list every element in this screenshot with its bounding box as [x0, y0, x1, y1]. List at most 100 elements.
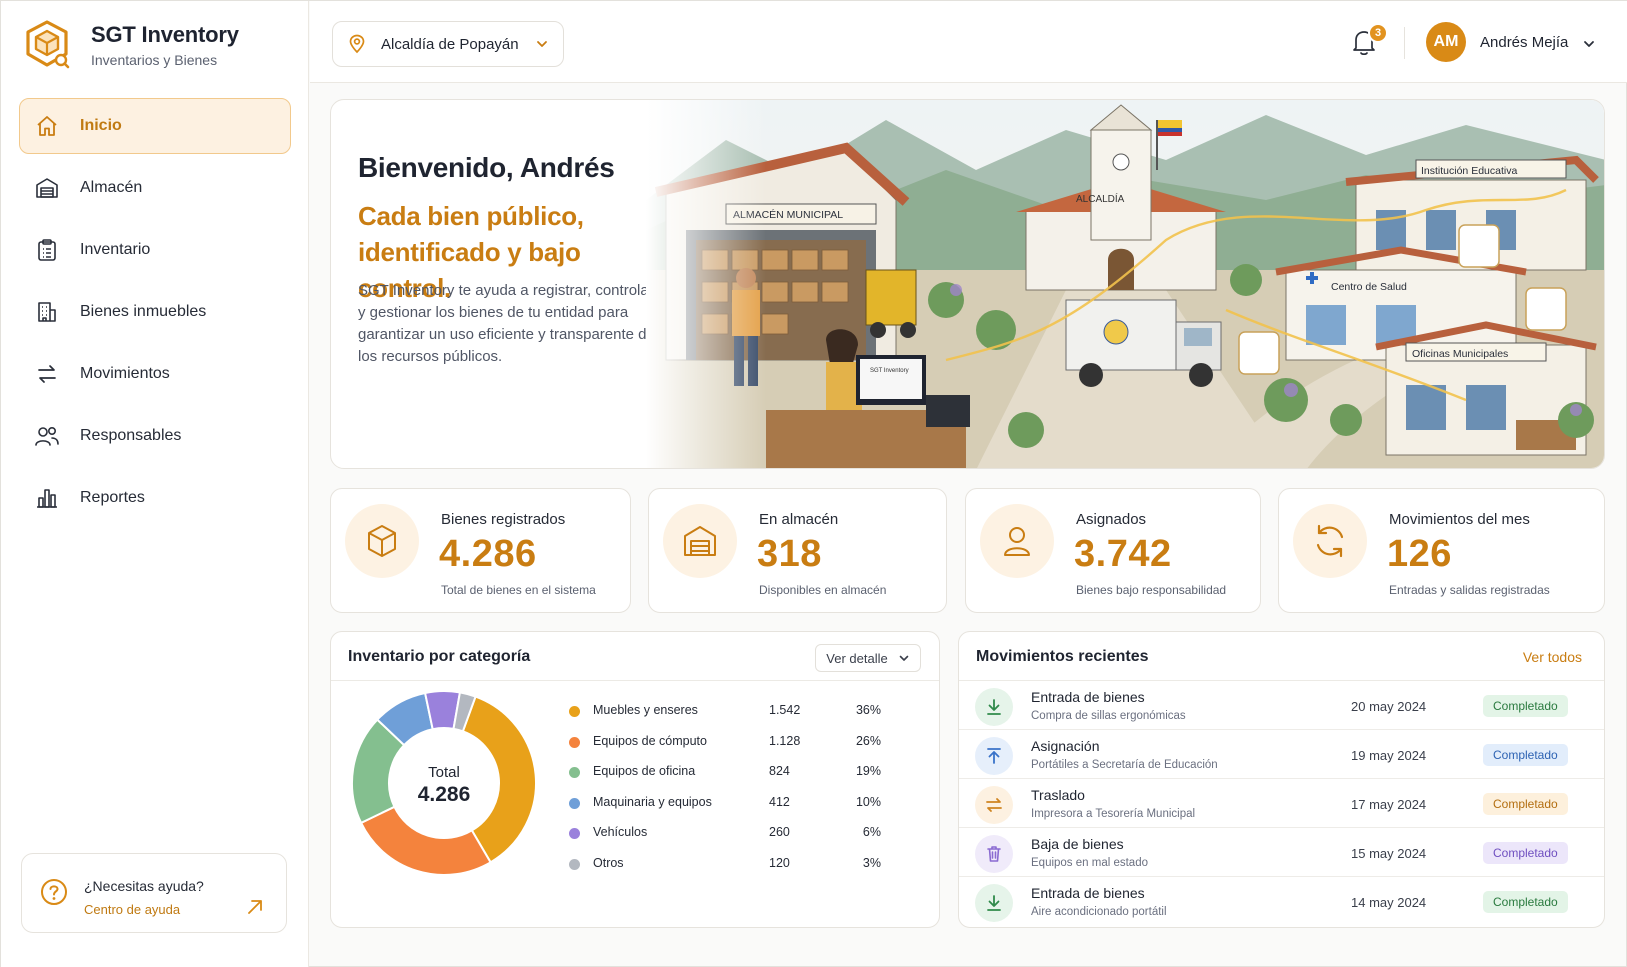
sidebar-item-reportes[interactable]: Reportes	[19, 470, 291, 526]
external-arrow-icon[interactable]	[246, 898, 264, 916]
legend-count: 1.128	[769, 734, 801, 748]
topbar-divider	[1404, 27, 1405, 59]
legend-row[interactable]: Maquinaria y equipos 412 10%	[569, 794, 881, 814]
status-badge: Completado	[1483, 891, 1568, 913]
help-center-link[interactable]: Centro de ayuda	[84, 902, 180, 917]
warehouse-icon	[663, 504, 737, 578]
topbar: Alcaldía de Popayán 3 AM Andrés Mejía	[310, 1, 1627, 83]
movement-description: Aire acondicionado portátil	[1031, 906, 1167, 918]
sidebar-item-inicio[interactable]: Inicio	[19, 98, 291, 154]
legend-row[interactable]: Muebles y enseres 1.542 36%	[569, 702, 881, 722]
sidebar-item-inventario[interactable]: Inventario	[19, 222, 291, 278]
category-panel-title: Inventario por categoría	[348, 648, 531, 665]
chevron-down-icon	[536, 41, 547, 47]
legend-color-dot	[569, 798, 580, 809]
stat-subtitle: Bienes bajo responsabilidad	[1076, 583, 1227, 597]
sidebar-item-label: Movimientos	[80, 365, 170, 382]
stat-subtitle: Entradas y salidas registradas	[1389, 583, 1550, 597]
stat-card-registered[interactable]: Bienes registrados 4.286 Total de bienes…	[330, 488, 631, 613]
help-question-icon	[41, 879, 67, 905]
stat-card-movements[interactable]: Movimientos del mes 126 Entradas y salid…	[1278, 488, 1605, 613]
donut-slice-2[interactable]	[359, 805, 492, 876]
movement-row[interactable]: Traslado Impresora a Tesorería Municipal 1…	[959, 779, 1604, 828]
svg-text:ALCALDÍA: ALCALDÍA	[1076, 192, 1125, 205]
arrows-icon	[34, 361, 60, 387]
legend-count: 412	[769, 795, 790, 809]
view-detail-dropdown[interactable]: Ver detalle	[815, 644, 921, 672]
sidebar-nav: Inicio Almacén Inventario Bienes inmuebl…	[19, 98, 291, 532]
svg-text:SGT Inventory: SGT Inventory	[870, 368, 909, 374]
sidebar-item-label: Bienes inmuebles	[80, 303, 207, 320]
movement-row[interactable]: Entrada de bienes Compra de sillas ergonó…	[959, 681, 1604, 730]
chevron-down-icon[interactable]	[1582, 37, 1596, 51]
sidebar-item-movimientos[interactable]: Movimientos	[19, 346, 291, 402]
app-window: SGT Inventory Inventarios y Bienes Inici…	[0, 0, 1627, 967]
user-name[interactable]: Andrés Mejía	[1480, 34, 1568, 51]
user-icon	[980, 504, 1054, 578]
stat-card-warehouse[interactable]: En almacén 318 Disponibles en almacén	[648, 488, 947, 613]
location-pin-icon	[349, 34, 365, 54]
legend-category: Maquinaria y equipos	[593, 795, 712, 809]
legend-count: 120	[769, 856, 790, 870]
cube-icon	[345, 504, 419, 578]
movement-description: Portátiles a Secretaría de Educación	[1031, 759, 1218, 771]
brand-title: SGT Inventory	[91, 22, 239, 47]
warehouse-icon	[34, 175, 60, 201]
help-card[interactable]: ¿Necesitas ayuda? Centro de ayuda	[21, 853, 287, 933]
welcome-banner: Bienvenido, Andrés Cada bien público, id…	[330, 99, 1605, 469]
legend-row[interactable]: Equipos de oficina 824 19%	[569, 763, 881, 783]
sidebar-item-almacen[interactable]: Almacén	[19, 160, 291, 216]
stat-title: Bienes registrados	[441, 511, 566, 528]
movements-panel-title: Movimientos recientes	[976, 648, 1149, 665]
movement-date: 15 may 2024	[1351, 846, 1427, 861]
sidebar-item-label: Inventario	[80, 241, 151, 258]
sidebar-item-responsables[interactable]: Responsables	[19, 408, 291, 464]
donut-center-value: 4.286	[418, 783, 471, 806]
movement-row[interactable]: Entrada de bienes Aire acondicionado port…	[959, 877, 1604, 926]
movement-description: Equipos en mal estado	[1031, 857, 1148, 869]
stat-title: Asignados	[1076, 511, 1147, 528]
sidebar: SGT Inventory Inventarios y Bienes Inici…	[1, 1, 309, 967]
legend-color-dot	[569, 737, 580, 748]
trash-icon	[975, 835, 1013, 873]
users-icon	[34, 423, 60, 449]
download-arrow-icon	[975, 884, 1013, 922]
see-all-link[interactable]: Ver todos	[1523, 649, 1582, 665]
legend-row[interactable]: Equipos de cómputo 1.128 26%	[569, 733, 881, 753]
legend-color-dot	[569, 706, 580, 717]
stat-card-assigned[interactable]: Asignados 3.742 Bienes bajo responsabili…	[965, 488, 1261, 613]
legend-count: 824	[769, 764, 790, 778]
legend-percent: 6%	[862, 825, 881, 839]
movement-date: 14 may 2024	[1351, 895, 1427, 910]
movement-row[interactable]: Baja de bienes Equipos en mal estado 15 ma…	[959, 828, 1604, 877]
sidebar-item-label: Almacén	[80, 179, 143, 196]
svg-text:Centro de Salud: Centro de Salud	[1331, 281, 1407, 293]
legend-color-dot	[569, 767, 580, 778]
municipal-offices-illustration: Oficinas Municipales	[1375, 321, 1597, 456]
recent-movements-panel: Movimientos recientes Ver todos Entrada …	[958, 631, 1605, 928]
brand[interactable]: SGT Inventory Inventarios y Bienes	[25, 19, 239, 71]
movement-row[interactable]: Asignación Portátiles a Secretaría de Edu…	[959, 730, 1604, 779]
movement-title: Baja de bienes	[1031, 836, 1124, 852]
legend-percent: 3%	[862, 856, 881, 870]
movement-date: 17 may 2024	[1351, 797, 1427, 812]
stat-subtitle: Disponibles en almacén	[759, 583, 887, 597]
legend-row[interactable]: Vehículos 260 6%	[569, 824, 881, 844]
movement-title: Asignación	[1031, 738, 1100, 754]
notification-count-badge: 3	[1368, 23, 1388, 43]
entity-selector[interactable]: Alcaldía de Popayán	[332, 21, 564, 67]
avatar[interactable]: AM	[1426, 22, 1466, 62]
sidebar-item-label: Reportes	[80, 489, 145, 506]
brand-subtitle: Inventarios y Bienes	[91, 52, 218, 68]
movement-title: Entrada de bienes	[1031, 885, 1145, 901]
legend-row[interactable]: Otros 120 3%	[569, 855, 881, 875]
movement-title: Traslado	[1031, 787, 1085, 803]
legend-percent: 19%	[855, 764, 881, 778]
legend-color-dot	[569, 859, 580, 870]
category-panel: Inventario por categoría Ver detalle Tot…	[330, 631, 940, 928]
sidebar-item-bienes-inmuebles[interactable]: Bienes inmuebles	[19, 284, 291, 340]
stat-value: 4.286	[439, 533, 537, 575]
legend-count: 1.542	[769, 703, 801, 717]
movement-date: 19 may 2024	[1351, 748, 1427, 763]
movement-title: Entrada de bienes	[1031, 689, 1145, 705]
